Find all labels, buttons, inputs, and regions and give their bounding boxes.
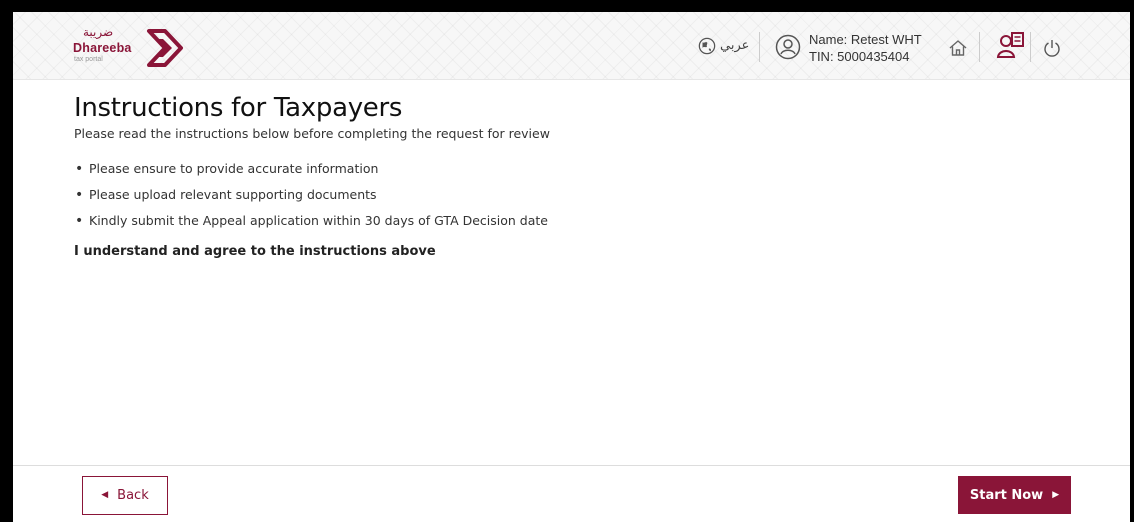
list-item: Please upload relevant supporting docume…: [74, 187, 1074, 213]
top-header: ضريبة Dhareeba tax portal عربي Name: Ret…: [13, 12, 1130, 80]
header-divider: [759, 32, 760, 62]
globe-icon[interactable]: [698, 37, 716, 55]
language-switch-link[interactable]: عربي: [720, 38, 749, 53]
header-divider: [1030, 32, 1031, 62]
logo-arabic-text: ضريبة: [83, 25, 114, 39]
logo-chevron-icon: [147, 29, 183, 67]
page-title: Instructions for Taxpayers: [74, 93, 403, 123]
dhareeba-logo[interactable]: ضريبة Dhareeba tax portal: [73, 25, 193, 69]
start-now-button[interactable]: Start Now ▶: [958, 476, 1071, 514]
switch-account-icon[interactable]: [996, 30, 1026, 60]
logo-name: Dhareeba: [73, 41, 132, 55]
logo-tagline: tax portal: [74, 56, 103, 63]
back-button[interactable]: ◀ Back: [82, 476, 168, 515]
header-divider: [979, 32, 980, 62]
footer-bar: ◀ Back Start Now ▶: [13, 465, 1130, 522]
user-tin: TIN: 5000435404: [809, 49, 910, 64]
list-item: Please ensure to provide accurate inform…: [74, 161, 1074, 187]
user-name: Name: Retest WHT: [809, 32, 922, 47]
caret-left-icon: ◀: [101, 490, 109, 500]
page-subtitle: Please read the instructions below befor…: [74, 126, 550, 141]
list-item: Kindly submit the Appeal application wit…: [74, 213, 1074, 239]
caret-right-icon: ▶: [1052, 489, 1060, 500]
back-button-label: Back: [117, 488, 149, 503]
power-icon[interactable]: [1043, 39, 1061, 57]
home-icon[interactable]: [948, 38, 968, 58]
agreement-text: I understand and agree to the instructio…: [74, 244, 436, 259]
instructions-list: Please ensure to provide accurate inform…: [74, 161, 1074, 239]
main-content: Instructions for Taxpayers Please read t…: [74, 92, 1074, 259]
app-window: ضريبة Dhareeba tax portal عربي Name: Ret…: [13, 12, 1130, 522]
start-now-button-label: Start Now: [969, 487, 1044, 503]
user-icon[interactable]: [775, 34, 801, 60]
